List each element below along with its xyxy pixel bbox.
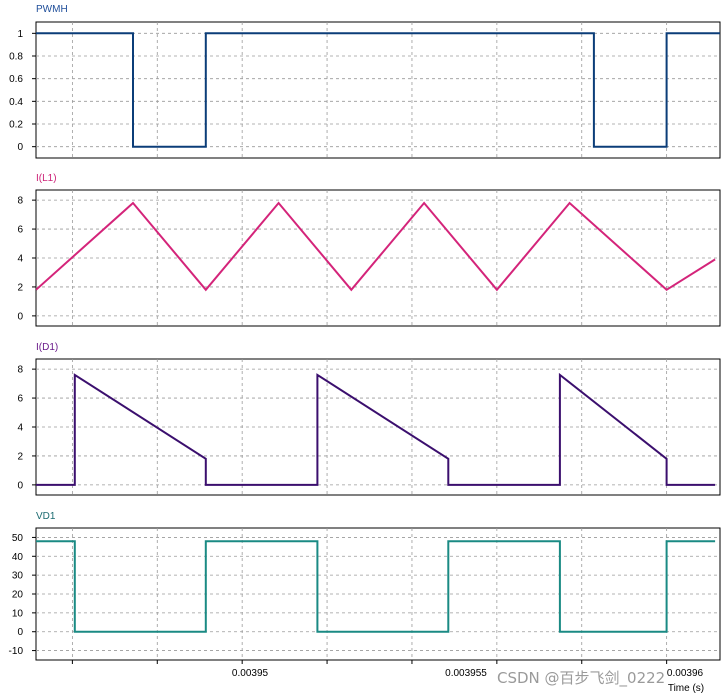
- y-tick-label: 0.4: [9, 97, 23, 108]
- panel-title: PWMH: [36, 4, 68, 15]
- x-tick-label-2: 0.003955: [445, 668, 487, 679]
- plot-frame: [35, 21, 721, 159]
- watermark-text: CSDN @百步飞剑_0222: [497, 669, 665, 688]
- y-tick-label: 0: [17, 311, 23, 322]
- y-tick-label: 0: [17, 627, 23, 638]
- panel-title: I(D1): [36, 342, 58, 353]
- panel-2: I(L1) 0 2 4 6 8: [17, 173, 721, 327]
- y-tick-label: 10: [12, 608, 24, 619]
- y-tick-label: 6: [17, 225, 23, 236]
- y-tick-label: 0: [17, 480, 23, 491]
- y-tick-label: 0.2: [9, 120, 23, 131]
- y-tick-label: 30: [12, 571, 24, 582]
- y-tick-label: -10: [9, 646, 24, 657]
- y-tick-label: 2: [17, 282, 23, 293]
- panel-4: VD1 -10 0 10 20 30 40 50: [9, 511, 721, 664]
- x-tick-label-1: 0.00395: [232, 668, 269, 679]
- y-tick-label: 1: [17, 29, 23, 40]
- y-tick-label: 0: [17, 142, 23, 153]
- x-tick-label-3: 0.00396: [667, 668, 704, 679]
- y-tick-label: 4: [17, 254, 23, 265]
- y-tick-label: 40: [12, 552, 24, 563]
- y-tick-label: 2: [17, 451, 23, 462]
- panel-title: VD1: [36, 511, 56, 522]
- y-tick-label: 20: [12, 590, 24, 601]
- panel-1: PWMH 0 0.2 0.4 0.6 0.8 1: [9, 4, 721, 159]
- y-tick-label: 50: [12, 533, 24, 544]
- y-tick-label: 6: [17, 394, 23, 405]
- panel-3: I(D1) 0 2 4 6 8: [17, 342, 721, 496]
- x-axis-label: Time (s): [668, 683, 704, 694]
- panel-title: I(L1): [36, 173, 57, 184]
- y-tick-label: 8: [17, 196, 23, 207]
- y-tick-label: 8: [17, 365, 23, 376]
- y-tick-label: 4: [17, 423, 23, 434]
- y-tick-label: 0.8: [9, 52, 23, 63]
- y-tick-label: 0.6: [9, 74, 23, 85]
- waveform-figure: PWMH 0 0.2 0.4 0.6 0.8 1 I(L1) 0 2 4 6 8 I(D1) 0 2 4 6 8 VD…: [9, 4, 721, 694]
